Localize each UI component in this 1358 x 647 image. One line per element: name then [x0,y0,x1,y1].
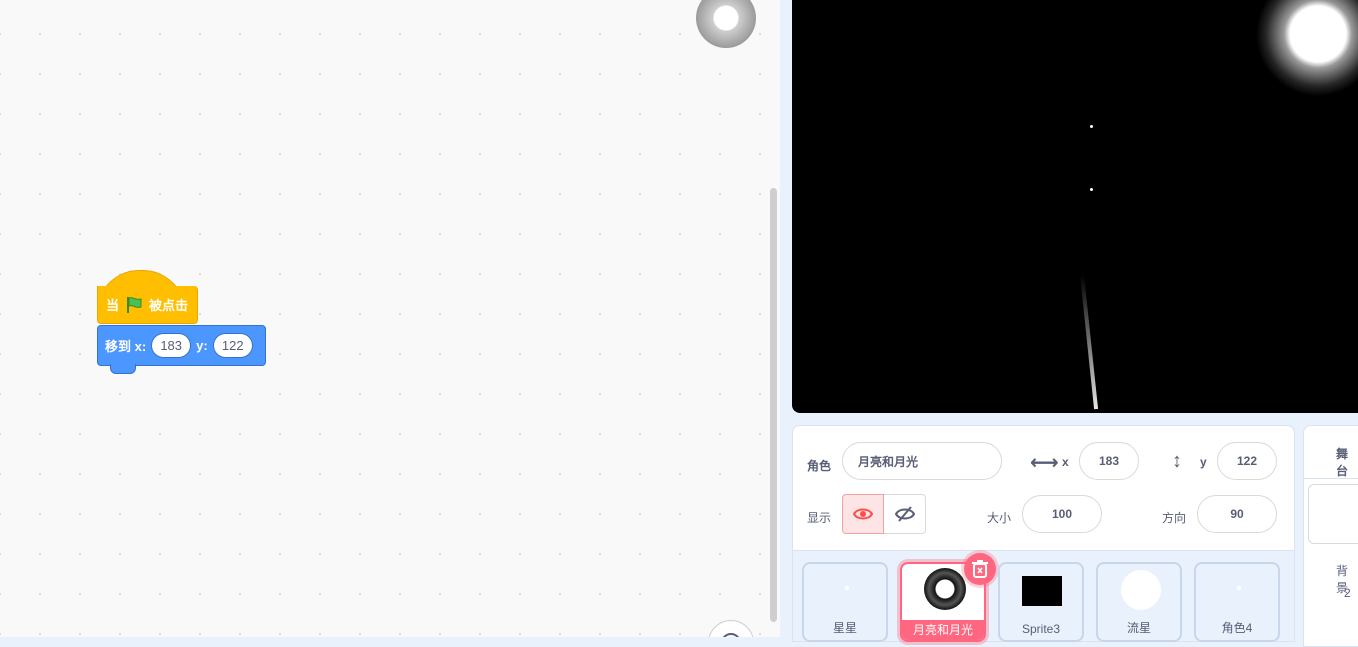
sprite-tile-name: 月亮和月光 [902,620,984,640]
go-to-xy-block[interactable]: 移到 x: 183 y: 122 [97,325,266,366]
hat-block-body: 当 被点击 [97,286,198,324]
hat-clicked-label: 被点击 [149,298,189,313]
visibility-toggle [842,494,927,536]
stage-pane-title: 舞台 [1336,447,1349,478]
goto-x-input[interactable]: 183 [151,333,192,358]
zoom-icon [721,633,741,637]
y-position-input[interactable]: 122 [1217,442,1277,480]
goto-y-input[interactable]: 122 [212,333,253,358]
backdrops-count: 2 [1344,586,1351,600]
sprite-tile-name: Sprite3 [1021,622,1061,636]
block-notch [110,364,136,374]
green-flag-icon [127,296,142,313]
sprite-thumbnail [924,568,966,610]
sprite-thumbnail [1237,586,1241,590]
goto-label: 移到 x: [105,339,147,354]
current-sprite-thumbnail [696,0,756,48]
goto-y-label: y: [196,338,208,353]
sprite-tile-name: 流星 [1126,621,1151,635]
zoom-button[interactable] [708,620,754,637]
sprite-thumbnail [845,586,849,590]
sprite-thumbnail [1022,576,1062,606]
eye-icon [853,508,873,520]
show-button[interactable] [842,494,884,534]
sprite-name-label: 角色 [807,459,832,473]
star-sprite [1090,188,1093,191]
size-input[interactable]: 100 [1022,495,1102,533]
eye-slash-icon [894,506,915,522]
vertical-arrows-icon: ↕ [1172,450,1182,472]
star-sprite [1090,125,1093,128]
when-flag-clicked-block[interactable]: 当 被点击 [97,270,200,326]
sprite-tile-name: 星星 [832,621,857,635]
y-label: y [1200,455,1207,469]
delete-sprite-button[interactable] [964,553,996,585]
size-label: 大小 [987,511,1012,525]
sprite-tile[interactable]: Sprite3 [998,562,1084,642]
workspace-scrollbar[interactable] [770,188,777,622]
hat-when-label: 当 [106,298,120,313]
sprite-tile[interactable]: 流星 [1096,562,1182,642]
sprite-thumbnail [1121,570,1161,610]
sprite-tile[interactable]: 角色4 [1194,562,1280,642]
x-position-input[interactable]: 183 [1079,442,1139,480]
stage-thumbnail[interactable] [1308,484,1358,544]
horizontal-arrows-icon: ⟷ [1030,452,1059,474]
sprite-name-input[interactable]: 月亮和月光 [842,442,1002,480]
direction-input[interactable]: 90 [1197,495,1277,533]
code-workspace[interactable]: 当 被点击 移到 x: 183 y: 122 [0,0,780,637]
show-label: 显示 [807,511,832,525]
sprite-tile-name: 角色4 [1221,621,1253,635]
trash-icon [972,560,988,578]
hide-button[interactable] [884,494,926,534]
x-label: x [1062,455,1069,469]
direction-label: 方向 [1162,511,1187,525]
sprite-tile[interactable]: 星星 [802,562,888,642]
divider [1304,478,1358,479]
